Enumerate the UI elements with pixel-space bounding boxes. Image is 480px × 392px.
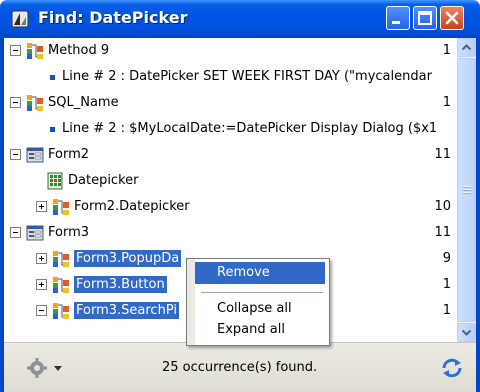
chevron-down-icon[interactable] bbox=[54, 366, 62, 371]
tree-node-form2-datepicker[interactable]: Form2.Datepicker 10 bbox=[4, 194, 457, 220]
occurrence-count: 1 bbox=[442, 303, 451, 318]
vertical-scrollbar[interactable] bbox=[457, 38, 476, 342]
method-icon bbox=[53, 277, 69, 293]
window-frame-right bbox=[476, 38, 480, 392]
grip-icon bbox=[463, 186, 471, 194]
refresh-icon[interactable] bbox=[439, 355, 465, 381]
menu-item-label: Expand all bbox=[217, 322, 285, 337]
title-bar[interactable]: Find: DatePicker bbox=[0, 0, 480, 38]
tree-leaf-label: Line # 2 : $MyLocalDate:=DatePicker Disp… bbox=[62, 121, 438, 136]
tree-node-label: Form3 bbox=[48, 225, 90, 240]
minimize-button[interactable] bbox=[386, 6, 410, 30]
tree-node-label: Form2 bbox=[48, 147, 90, 162]
tree-node-label: Form3.SearchPi bbox=[74, 302, 179, 319]
occurrence-count: 11 bbox=[434, 147, 451, 162]
tree-node-sql-name[interactable]: SQL_Name 1 bbox=[4, 90, 457, 116]
form-icon bbox=[26, 225, 44, 241]
expand-toggle-icon[interactable] bbox=[36, 279, 47, 290]
app-icon bbox=[11, 10, 29, 28]
bullet-icon bbox=[50, 75, 55, 80]
close-icon bbox=[445, 11, 459, 25]
tree-node-label: Method 9 bbox=[48, 43, 110, 58]
tree-leaf-datepicker[interactable]: Datepicker bbox=[4, 168, 457, 194]
maximize-button[interactable] bbox=[413, 6, 437, 30]
occurrence-count: 9 bbox=[442, 251, 451, 266]
maximize-icon bbox=[418, 11, 432, 25]
find-window: Find: DatePicker Method 9 1 Line # 2 : D… bbox=[0, 0, 480, 392]
method-icon bbox=[27, 43, 43, 59]
tree-node-label: Form3.PopupDa bbox=[74, 250, 182, 267]
gear-icon[interactable] bbox=[26, 357, 48, 379]
window-title: Find: DatePicker bbox=[38, 8, 188, 27]
method-icon bbox=[53, 251, 69, 267]
collapse-all-menu-item[interactable]: Collapse all bbox=[187, 298, 329, 320]
minimize-icon bbox=[392, 21, 400, 24]
collapse-toggle-icon[interactable] bbox=[10, 45, 21, 56]
tree-node-method-9[interactable]: Method 9 1 bbox=[4, 38, 457, 64]
form-icon bbox=[26, 147, 44, 163]
expand-toggle-icon[interactable] bbox=[36, 201, 47, 212]
tree-leaf-label: Line # 2 : DatePicker SET WEEK FIRST DAY… bbox=[62, 69, 432, 84]
occurrence-count: 1 bbox=[442, 277, 451, 292]
occurrences-status: 25 occurrence(s) found. bbox=[162, 360, 318, 375]
collapse-toggle-icon[interactable] bbox=[36, 305, 47, 316]
remove-menu-item[interactable]: Remove bbox=[195, 262, 325, 284]
collapse-toggle-icon[interactable] bbox=[10, 227, 21, 238]
scroll-down-button[interactable] bbox=[457, 323, 476, 342]
status-bar: 25 occurrence(s) found. bbox=[4, 342, 476, 392]
tree-node-label: Form2.Datepicker bbox=[74, 199, 190, 214]
occurrence-count: 10 bbox=[434, 199, 451, 214]
tree-leaf-label: Datepicker bbox=[68, 173, 139, 188]
scroll-up-button[interactable] bbox=[457, 38, 476, 57]
collapse-toggle-icon[interactable] bbox=[10, 97, 21, 108]
chevron-down-icon bbox=[461, 329, 472, 336]
occurrence-count: 1 bbox=[442, 95, 451, 110]
occurrence-count: 1 bbox=[442, 43, 451, 58]
method-icon bbox=[53, 199, 69, 215]
tree-node-form3[interactable]: Form3 11 bbox=[4, 220, 457, 246]
menu-separator bbox=[201, 292, 323, 293]
chevron-up-icon bbox=[461, 44, 472, 51]
expand-all-menu-item[interactable]: Expand all bbox=[187, 319, 329, 341]
tree-node-label: SQL_Name bbox=[48, 95, 119, 110]
menu-item-label: Collapse all bbox=[217, 301, 292, 316]
calendar-icon bbox=[47, 172, 63, 190]
context-menu: Remove Collapse all Expand all bbox=[186, 258, 330, 346]
menu-item-label: Remove bbox=[217, 265, 270, 280]
collapse-toggle-icon[interactable] bbox=[10, 149, 21, 160]
tree-leaf-line[interactable]: Line # 2 : $MyLocalDate:=DatePicker Disp… bbox=[4, 116, 457, 142]
scroll-thumb[interactable] bbox=[457, 58, 476, 322]
occurrence-count: 11 bbox=[434, 225, 451, 240]
tree-node-label: Form3.Button bbox=[74, 276, 167, 293]
method-icon bbox=[53, 303, 69, 319]
expand-toggle-icon[interactable] bbox=[36, 253, 47, 264]
bullet-icon bbox=[50, 127, 55, 132]
tree-leaf-line[interactable]: Line # 2 : DatePicker SET WEEK FIRST DAY… bbox=[4, 64, 457, 90]
close-button[interactable] bbox=[440, 6, 464, 30]
method-icon bbox=[27, 95, 43, 111]
tree-node-form2[interactable]: Form2 11 bbox=[4, 142, 457, 168]
